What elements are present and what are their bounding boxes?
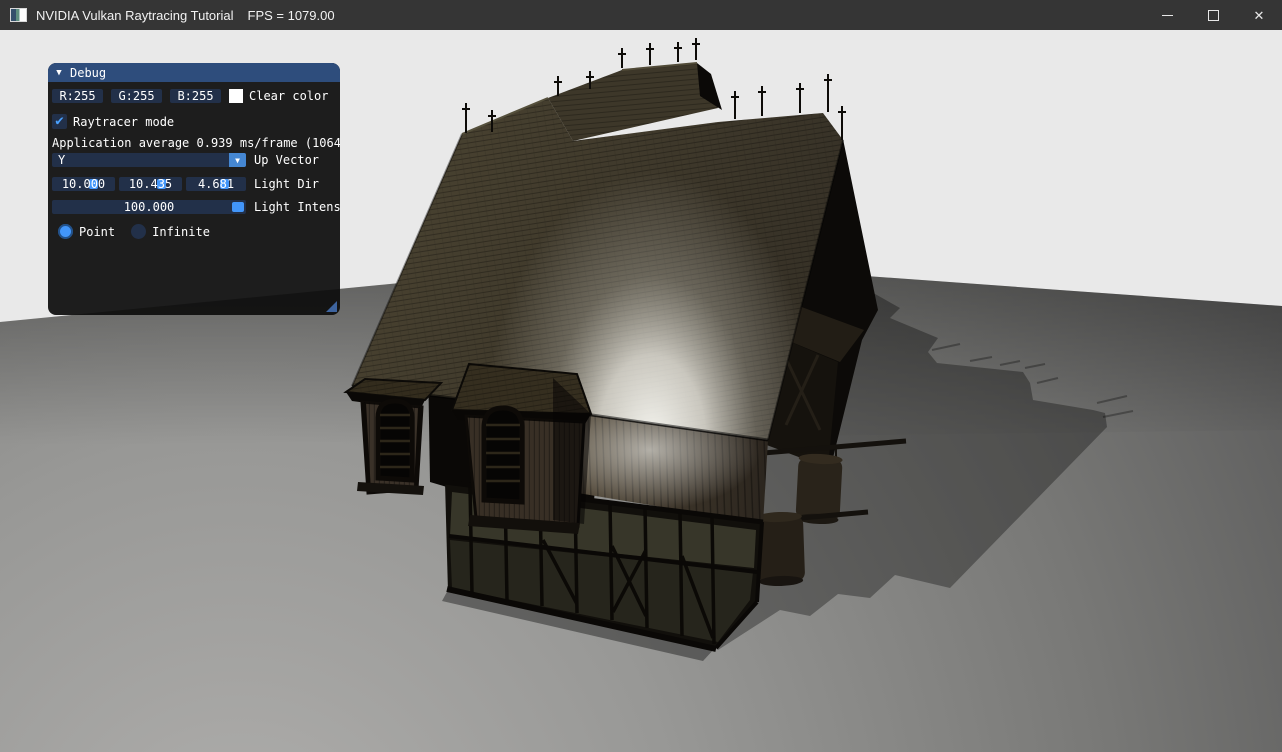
chevron-down-icon: ▼ xyxy=(235,156,240,165)
clear-color-label: Clear color xyxy=(249,89,328,103)
light-intensity-label: Light Intensity xyxy=(254,200,340,214)
window-title: NVIDIA Vulkan Raytracing Tutorial xyxy=(36,8,234,23)
light-intensity-row: 100.000 Light Intensity xyxy=(52,200,340,214)
fps-counter: FPS = 1079.00 xyxy=(248,8,335,23)
up-vector-label: Up Vector xyxy=(254,153,319,167)
radio-on-icon xyxy=(58,224,73,239)
clear-color-b-field[interactable]: B:255 xyxy=(170,89,221,103)
radio-infinite[interactable]: Infinite xyxy=(131,224,210,239)
titlebar: NVIDIA Vulkan Raytracing Tutorial FPS = … xyxy=(0,0,1282,31)
clear-color-r-field[interactable]: R:255 xyxy=(52,89,103,103)
close-icon: ✕ xyxy=(1254,9,1265,22)
up-vector-value: Y xyxy=(58,153,65,167)
minimize-button[interactable] xyxy=(1144,0,1190,30)
raytracer-checkbox[interactable]: ✔ xyxy=(52,114,67,129)
radio-off-icon xyxy=(131,224,146,239)
stats-text: Application average 0.939 ms/frame (1064 xyxy=(52,136,340,150)
r-value: R:255 xyxy=(59,89,95,103)
light-dir-y-slider[interactable]: 10.435 xyxy=(119,177,182,191)
radio-point[interactable]: Point xyxy=(58,224,115,239)
maximize-icon xyxy=(1208,10,1219,21)
viewport-3d[interactable]: ▼ Debug R:255 G:255 B:255 Clear color ✔ … xyxy=(0,30,1282,752)
slider-grab[interactable] xyxy=(232,202,244,212)
radio-infinite-label: Infinite xyxy=(152,225,210,239)
clear-color-swatch[interactable] xyxy=(229,89,243,103)
up-vector-row: Y ▼ Up Vector xyxy=(52,153,340,167)
light-intensity-slider[interactable]: 100.000 xyxy=(52,200,246,214)
light-dir-row: 10.000 10.435 4.681 Light Dir xyxy=(52,177,340,191)
light-type-row: Point Infinite xyxy=(52,224,340,239)
check-icon: ✔ xyxy=(55,114,63,128)
light-dir-label: Light Dir xyxy=(254,177,319,191)
raytracer-label: Raytracer mode xyxy=(73,115,174,129)
minimize-icon xyxy=(1162,15,1173,16)
combo-arrow-button[interactable]: ▼ xyxy=(229,153,246,167)
collapse-arrow-icon[interactable]: ▼ xyxy=(48,68,70,78)
app-icon xyxy=(10,8,27,22)
radio-point-label: Point xyxy=(79,225,115,239)
maximize-button[interactable] xyxy=(1190,0,1236,30)
light-dir-z-slider[interactable]: 4.681 xyxy=(186,177,246,191)
close-button[interactable]: ✕ xyxy=(1236,0,1282,30)
light-dir-z-value: 4.681 xyxy=(198,177,234,191)
light-dir-x-value: 10.000 xyxy=(62,177,105,191)
clear-color-g-field[interactable]: G:255 xyxy=(111,89,162,103)
debug-panel-title: Debug xyxy=(70,66,106,80)
light-intensity-value: 100.000 xyxy=(124,200,175,214)
resize-grip[interactable] xyxy=(326,301,337,312)
debug-panel-titlebar[interactable]: ▼ Debug xyxy=(48,63,340,82)
light-dir-y-value: 10.435 xyxy=(129,177,172,191)
b-value: B:255 xyxy=(177,89,213,103)
up-vector-combo[interactable]: Y ▼ xyxy=(52,153,246,167)
g-value: G:255 xyxy=(118,89,154,103)
app-window: NVIDIA Vulkan Raytracing Tutorial FPS = … xyxy=(0,0,1282,752)
raytracer-row: ✔ Raytracer mode xyxy=(52,114,340,129)
light-dir-x-slider[interactable]: 10.000 xyxy=(52,177,115,191)
clear-color-row: R:255 G:255 B:255 Clear color xyxy=(52,89,340,103)
arched-window-center xyxy=(484,408,522,502)
debug-panel: ▼ Debug R:255 G:255 B:255 Clear color ✔ … xyxy=(48,63,340,315)
